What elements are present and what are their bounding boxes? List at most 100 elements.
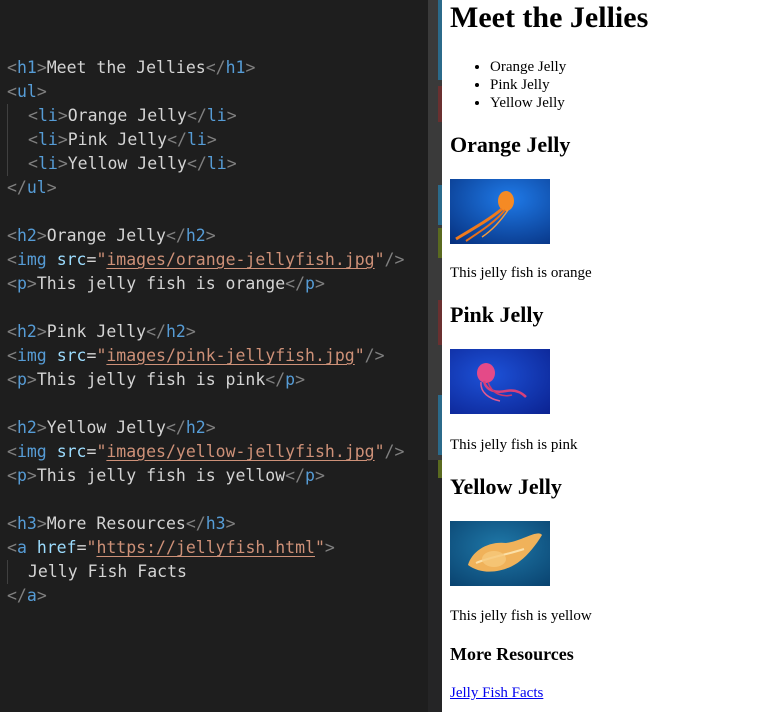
code-token: src bbox=[56, 442, 87, 461]
code-line[interactable]: <li>Orange Jelly</li> bbox=[0, 104, 404, 128]
code-token: < bbox=[7, 58, 17, 77]
code-token: > bbox=[314, 466, 325, 485]
code-token: > bbox=[46, 178, 57, 197]
code-token: p bbox=[16, 274, 27, 293]
list-item: Pink Jelly bbox=[490, 76, 566, 94]
code-token: p bbox=[305, 274, 315, 293]
list-item: Orange Jelly bbox=[490, 58, 566, 76]
code-token: < bbox=[7, 442, 17, 461]
code-token: li bbox=[186, 130, 207, 149]
code-line[interactable]: <img src="images/yellow-jellyfish.jpg"/> bbox=[0, 440, 404, 464]
code-token: h2 bbox=[16, 418, 37, 437]
code-token: < bbox=[7, 418, 17, 437]
code-token: p bbox=[285, 370, 296, 389]
code-line[interactable]: <p>This jelly fish is orange</p> bbox=[0, 272, 404, 296]
code-token: > bbox=[36, 586, 47, 605]
code-token: h2 bbox=[185, 418, 206, 437]
code-token: h1 bbox=[225, 58, 246, 77]
code-token: < bbox=[7, 370, 17, 389]
code-token: https://jellyfish.html bbox=[96, 538, 315, 557]
code-token: Yellow Jelly bbox=[46, 418, 166, 437]
code-line[interactable]: Jelly Fish Facts bbox=[0, 560, 404, 584]
code-token: images/orange-jellyfish.jpg bbox=[106, 250, 375, 269]
code-token: Orange Jelly bbox=[46, 226, 166, 245]
indent-guide bbox=[7, 128, 28, 152]
code-line[interactable]: <ul> bbox=[0, 80, 404, 104]
code-token: </ bbox=[205, 58, 226, 77]
code-token: " bbox=[86, 538, 97, 557]
code-line[interactable] bbox=[0, 488, 404, 512]
code-token: li bbox=[37, 154, 58, 173]
code-token: > bbox=[57, 154, 68, 173]
code-token: < bbox=[28, 154, 38, 173]
code-token: > bbox=[36, 58, 47, 77]
code-token: ul bbox=[16, 82, 37, 101]
editor-scrollbar[interactable] bbox=[428, 0, 442, 712]
code-lines[interactable]: <h1>Meet the Jellies</h1> <ul> <li>Orange … bbox=[0, 32, 404, 608]
indent-guide bbox=[7, 560, 28, 584]
code-token: > bbox=[26, 466, 37, 485]
code-token: " bbox=[96, 442, 107, 461]
code-token: /> bbox=[364, 346, 385, 365]
code-token: p bbox=[16, 466, 27, 485]
code-token: < bbox=[7, 226, 17, 245]
code-line[interactable]: <h3>More Resources</h3> bbox=[0, 512, 404, 536]
code-line[interactable] bbox=[0, 32, 404, 56]
code-token: h3 bbox=[16, 514, 37, 533]
code-token: ul bbox=[26, 178, 47, 197]
code-line[interactable]: <li>Pink Jelly</li> bbox=[0, 128, 404, 152]
code-line[interactable]: <a href="https://jellyfish.html"> bbox=[0, 536, 404, 560]
code-token: li bbox=[37, 106, 58, 125]
code-line[interactable]: <h2>Orange Jelly</h2> bbox=[0, 224, 404, 248]
section-heading-orange: Orange Jelly bbox=[450, 132, 571, 157]
code-line[interactable] bbox=[0, 200, 404, 224]
code-token: Pink Jelly bbox=[46, 322, 147, 341]
code-line[interactable]: <img src="images/pink-jellyfish.jpg"/> bbox=[0, 344, 404, 368]
code-token: > bbox=[57, 106, 68, 125]
code-line[interactable]: <h2>Pink Jelly</h2> bbox=[0, 320, 404, 344]
code-line[interactable]: <img src="images/orange-jellyfish.jpg"/> bbox=[0, 248, 404, 272]
code-token: < bbox=[28, 130, 38, 149]
code-line[interactable]: <p>This jelly fish is pink</p> bbox=[0, 368, 404, 392]
code-token: " bbox=[96, 250, 107, 269]
code-token: < bbox=[7, 514, 17, 533]
code-token: > bbox=[206, 130, 217, 149]
browser-preview: Meet the Jellies Orange Jelly Pink Jelly… bbox=[442, 0, 783, 712]
code-token: </ bbox=[7, 178, 27, 197]
code-token: " bbox=[374, 250, 385, 269]
code-line[interactable]: <p>This jelly fish is yellow</p> bbox=[0, 464, 404, 488]
code-token: < bbox=[7, 322, 17, 341]
code-token: = bbox=[86, 250, 97, 269]
code-token: " bbox=[96, 346, 107, 365]
code-token: src bbox=[56, 250, 87, 269]
code-line[interactable]: </a> bbox=[0, 584, 404, 608]
code-token: " bbox=[354, 346, 365, 365]
section-caption-yellow: This jelly fish is yellow bbox=[450, 608, 592, 624]
code-token: < bbox=[7, 466, 17, 485]
code-line[interactable]: <h2>Yellow Jelly</h2> bbox=[0, 416, 404, 440]
section-heading-pink: Pink Jelly bbox=[450, 302, 544, 327]
code-token: h3 bbox=[205, 514, 226, 533]
code-line[interactable]: <li>Yellow Jelly</li> bbox=[0, 152, 404, 176]
resources-heading: More Resources bbox=[450, 644, 574, 664]
code-token: </ bbox=[146, 322, 166, 341]
code-editor[interactable]: <h1>Meet the Jellies</h1> <ul> <li>Orange … bbox=[0, 0, 428, 712]
code-line[interactable]: </ul> bbox=[0, 176, 404, 200]
code-line[interactable]: <h1>Meet the Jellies</h1> bbox=[0, 56, 404, 80]
section-heading-yellow: Yellow Jelly bbox=[450, 474, 562, 499]
code-token: img bbox=[16, 346, 47, 365]
code-token: > bbox=[205, 226, 216, 245]
code-token: Yellow Jelly bbox=[67, 154, 187, 173]
code-token: > bbox=[36, 82, 47, 101]
jelly-facts-link[interactable]: Jelly Fish Facts bbox=[450, 684, 543, 702]
code-line[interactable] bbox=[0, 296, 404, 320]
code-token: = bbox=[86, 346, 97, 365]
code-line[interactable] bbox=[0, 392, 404, 416]
code-token: </ bbox=[186, 106, 207, 125]
code-token: Pink Jelly bbox=[67, 130, 168, 149]
code-token: </ bbox=[167, 130, 187, 149]
code-token: Jelly Fish Facts bbox=[28, 562, 187, 581]
